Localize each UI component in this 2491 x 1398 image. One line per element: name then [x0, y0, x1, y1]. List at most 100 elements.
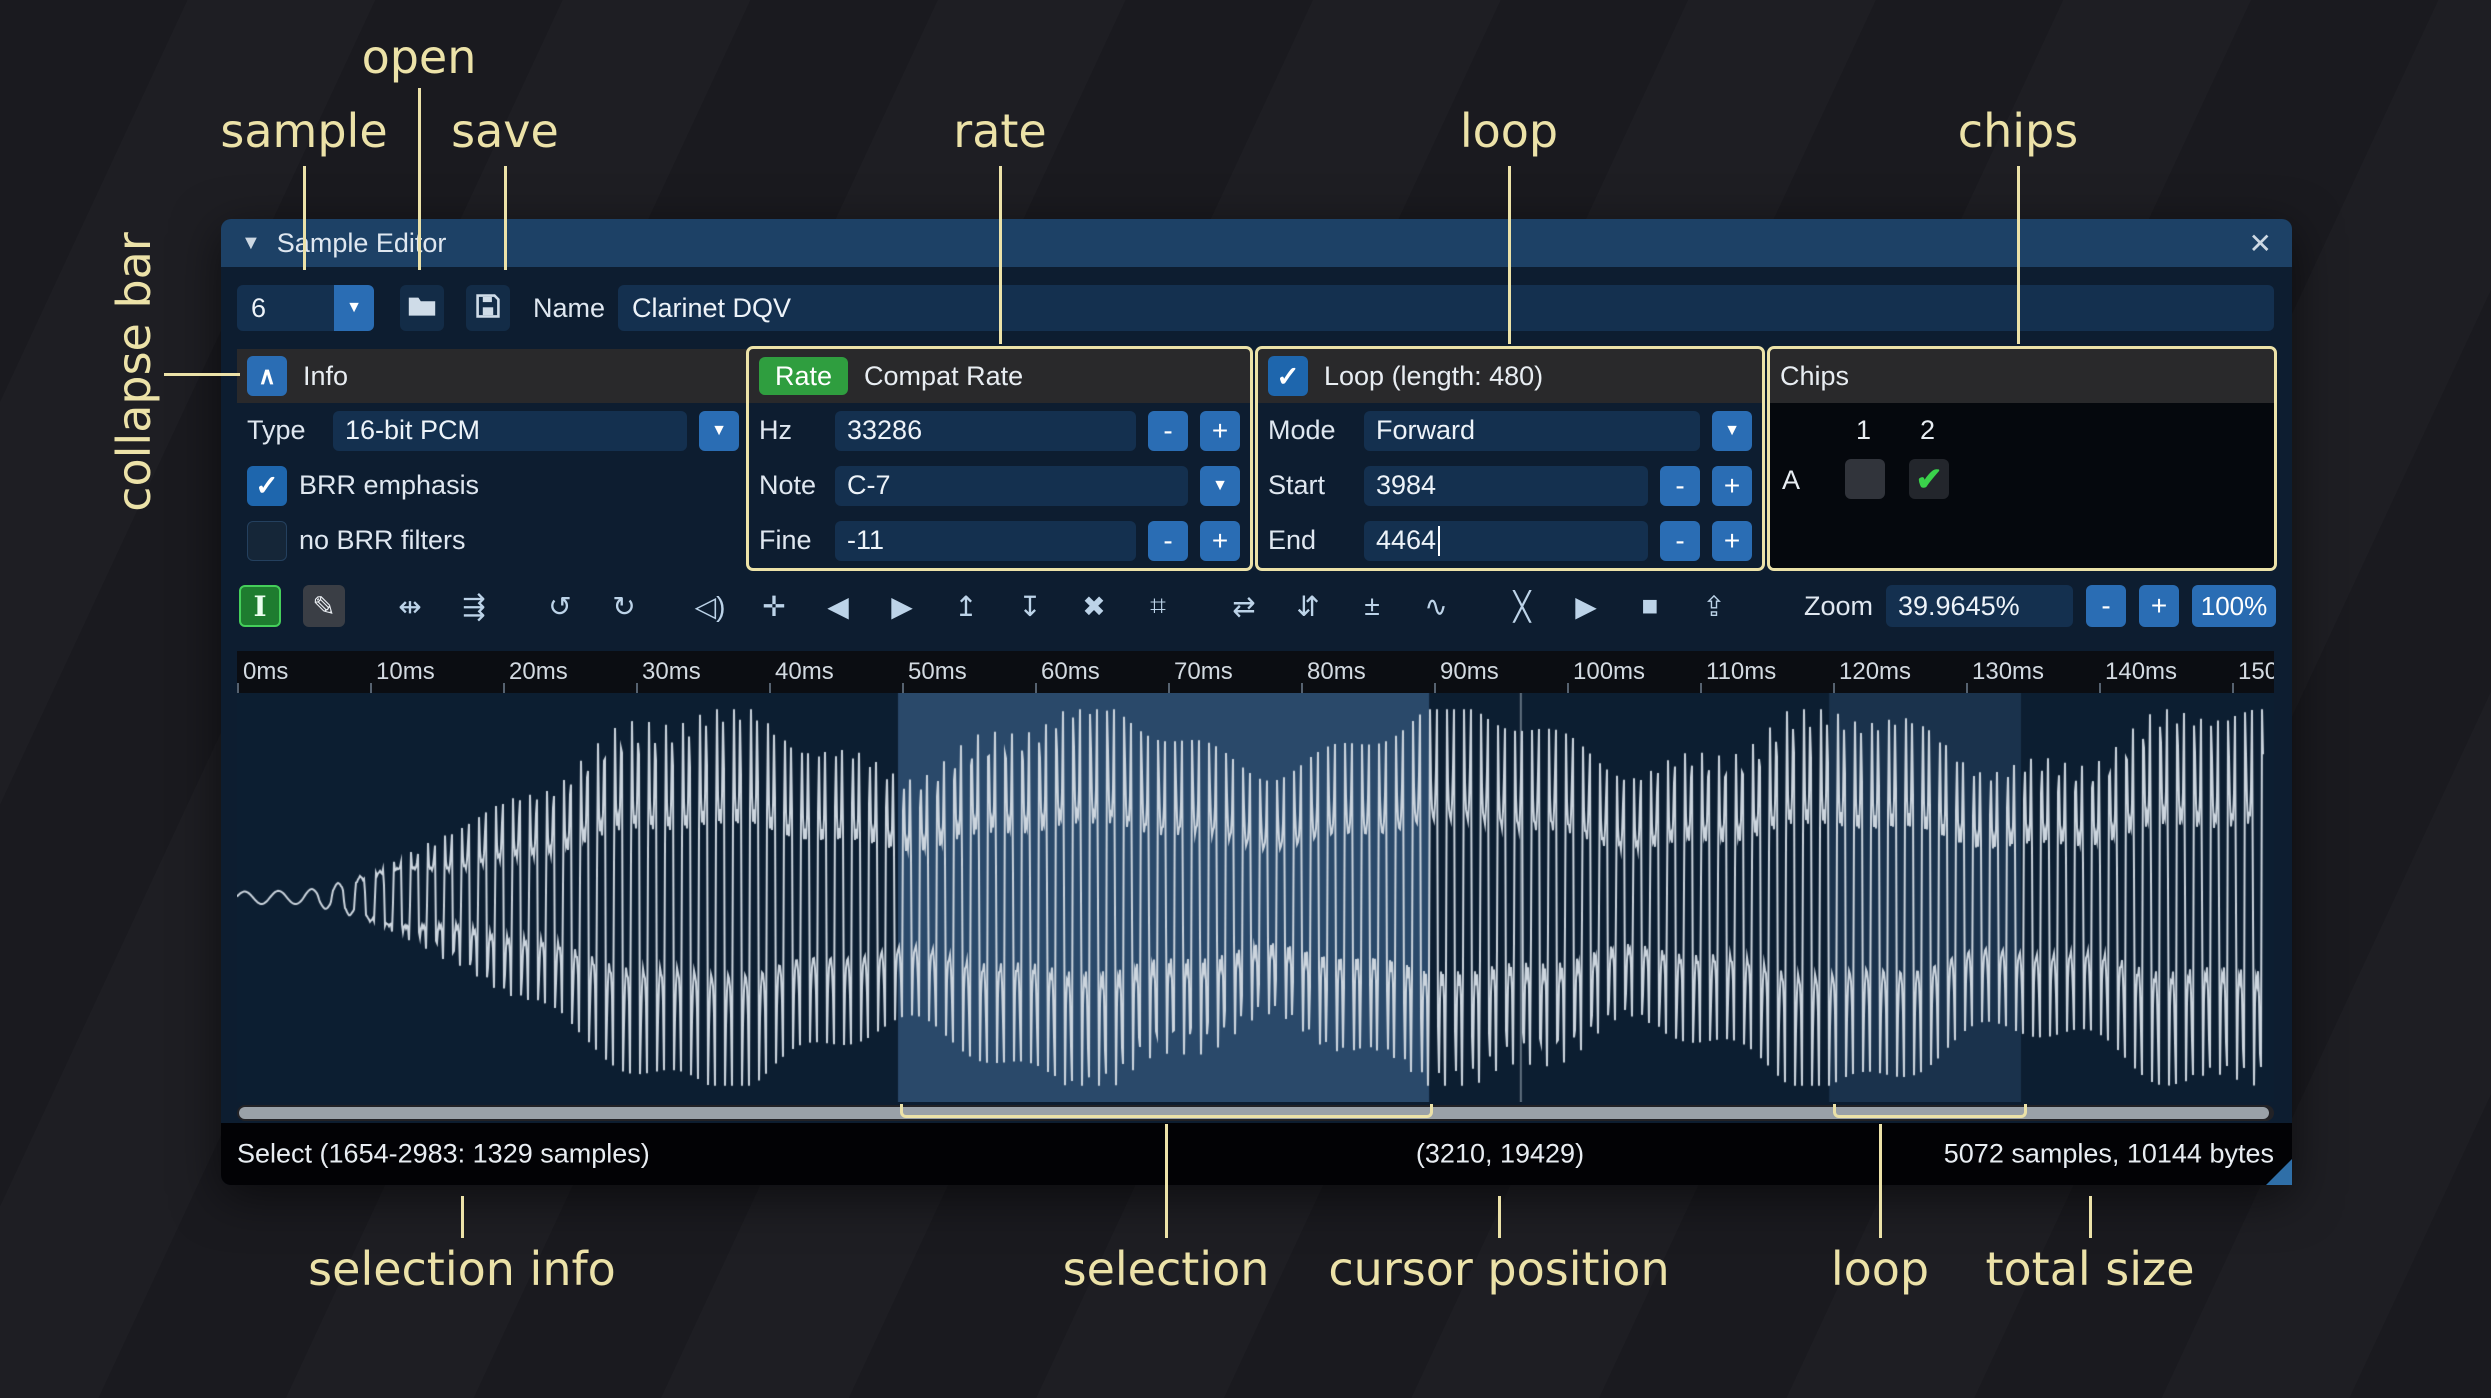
name-label: Name [533, 292, 606, 323]
loop-start-plus-button[interactable]: + [1712, 465, 1752, 506]
chevron-down-icon[interactable]: ▼ [1712, 410, 1752, 451]
loop-enable-checkbox[interactable]: ✓ [1268, 356, 1308, 396]
timeline-tick [636, 683, 638, 693]
loop-end-input[interactable]: 4464 [1364, 520, 1648, 561]
apply-silence-button[interactable]: ↧ [1009, 585, 1051, 627]
zoom-reset-button[interactable]: 100% [2192, 585, 2276, 627]
draw-tool-button[interactable]: ✎ [303, 585, 345, 627]
timeline-label: 0ms [243, 658, 289, 685]
type-label: Type [247, 415, 306, 445]
zoom-in-button[interactable]: + [2139, 585, 2179, 627]
trim-button[interactable]: ⌗ [1137, 585, 1179, 627]
create-wavetable-button[interactable]: ⇪ [1693, 585, 1735, 627]
type-select[interactable]: 16-bit PCM [333, 410, 687, 451]
timeline-ruler[interactable]: 0ms 10ms 20ms 30ms 40ms 50ms 60ms 70ms 80ms 90ms 1… [237, 651, 2274, 693]
insert-silence-button[interactable]: ↥ [945, 585, 987, 627]
loop-end-label: End [1268, 525, 1317, 555]
timeline-label: 90ms [1440, 658, 1499, 685]
window-collapse-icon[interactable]: ▼ [241, 232, 261, 255]
sample-name-value: Clarinet DQV [632, 292, 792, 323]
loop-end-minus-button[interactable]: - [1660, 520, 1700, 561]
hz-plus-button[interactable]: + [1200, 410, 1240, 451]
sample-number-select[interactable]: 6 ▼ [237, 285, 374, 331]
preview-button[interactable]: ▶ [1565, 585, 1607, 627]
loop-end-value: 4464 [1376, 525, 1437, 555]
screenshot-stage: ▼ Sample Editor ✕ 6 ▼ Name Clarinet DQV [0, 0, 2491, 1398]
fine-input[interactable]: -11 [835, 520, 1136, 561]
no-brr-filters-checkbox[interactable] [247, 520, 287, 561]
rate-tab[interactable]: Rate [759, 357, 849, 395]
filter-button[interactable]: ∿ [1415, 585, 1457, 627]
reverse-button[interactable]: ⇄ [1223, 585, 1265, 627]
timeline-tick [1168, 683, 1170, 693]
sample-name-input[interactable]: Clarinet DQV [618, 285, 2274, 331]
loop-mode-select[interactable]: Forward [1364, 410, 1700, 451]
loop-start-minus-button[interactable]: - [1660, 465, 1700, 506]
waveform-canvas[interactable] [237, 693, 2274, 1102]
check-icon: ✔ [1915, 461, 1943, 497]
hz-input[interactable]: 33286 [835, 410, 1136, 451]
normalize-button[interactable]: ✛ [753, 585, 795, 627]
zoom-label: Zoom [1803, 590, 1873, 621]
info-panel-header: ∧ Info [237, 349, 749, 403]
zoom-out-button[interactable]: - [2086, 585, 2126, 627]
redo-button[interactable]: ↻ [603, 585, 645, 627]
hz-minus-button[interactable]: - [1148, 410, 1188, 451]
fine-minus-button[interactable]: - [1148, 520, 1188, 561]
cursor-position-text: (3210, 19429) [1415, 1138, 1585, 1169]
annotation-cursor-position-line [1498, 1196, 1501, 1238]
annotation-loop-top-label: loop [1459, 104, 1559, 158]
zoom-input[interactable]: 39.9645% [1886, 585, 2073, 627]
undo-button[interactable]: ↺ [539, 585, 581, 627]
delete-button[interactable]: ✖ [1073, 585, 1115, 627]
annotation-total-size-label: total size [1985, 1242, 2195, 1296]
reverse-icon: ⇄ [1232, 590, 1256, 622]
fade-out-button[interactable]: ▶ [881, 585, 923, 627]
loop-end-plus-button[interactable]: + [1712, 520, 1752, 561]
invert-button[interactable]: ⇵ [1287, 585, 1329, 627]
annotation-loop-bottom-label: loop [1830, 1242, 1930, 1296]
close-icon[interactable]: ✕ [2249, 227, 2272, 260]
timeline-label: 20ms [509, 658, 568, 685]
collapse-bar-button[interactable]: ∧ [247, 356, 287, 396]
fine-plus-button[interactable]: + [1200, 520, 1240, 561]
zoom-controls: Zoom 39.9645% - + 100% [1804, 585, 2276, 627]
chevron-down-icon[interactable]: ▼ [1200, 465, 1240, 506]
stop-preview-button[interactable]: ■ [1629, 585, 1671, 627]
no-brr-filters-label: no BRR filters [299, 525, 466, 555]
chips-panel-title: Chips [1780, 360, 1850, 391]
sign-button[interactable]: ± [1351, 585, 1393, 627]
loop-panel-header: ✓ Loop (length: 480) [1258, 349, 1762, 403]
chevron-down-icon[interactable]: ▼ [699, 410, 739, 451]
loop-start-row: Start 3984 - + [1258, 458, 1762, 513]
crossfade-button[interactable]: ╳ [1501, 585, 1543, 627]
loop-start-input[interactable]: 3984 [1364, 465, 1648, 506]
delete-icon: ✖ [1082, 590, 1106, 622]
timeline-label: 10ms [376, 658, 435, 685]
note-select[interactable]: C-7 [835, 465, 1188, 506]
sample-type-row: Type 16-bit PCM ▼ [237, 403, 749, 458]
redo-icon: ↻ [612, 590, 636, 622]
annotation-open-label: open [361, 30, 477, 84]
filter-icon: ∿ [1424, 590, 1448, 622]
save-sample-button[interactable] [466, 285, 510, 331]
normalize-icon: ✛ [762, 590, 786, 622]
chip-1-checkbox[interactable] [1845, 459, 1885, 499]
hz-row: Hz 33286 - + [749, 403, 1250, 458]
compat-rate-tab[interactable]: Compat Rate [864, 361, 1023, 392]
timeline-tick [503, 683, 505, 693]
open-sample-button[interactable] [400, 285, 444, 331]
amplify-button[interactable]: ◁) [689, 585, 731, 627]
chip-2-checkbox[interactable]: ✔ [1909, 459, 1949, 499]
chevron-down-icon[interactable]: ▼ [334, 285, 374, 331]
brr-emphasis-checkbox[interactable]: ✓ [247, 465, 287, 506]
select-tool-button[interactable]: I [239, 585, 281, 627]
window-resize-grip[interactable] [2266, 1159, 2292, 1185]
resample-button[interactable]: ⇶ [453, 585, 495, 627]
resize-button[interactable]: ⇹ [389, 585, 431, 627]
crossfade-icon: ╳ [1513, 590, 1531, 622]
fade-in-button[interactable]: ◀ [817, 585, 859, 627]
timeline-label: 110ms [1706, 658, 1777, 685]
insert-silence-icon: ↥ [954, 590, 978, 622]
timeline-tick [902, 683, 904, 693]
